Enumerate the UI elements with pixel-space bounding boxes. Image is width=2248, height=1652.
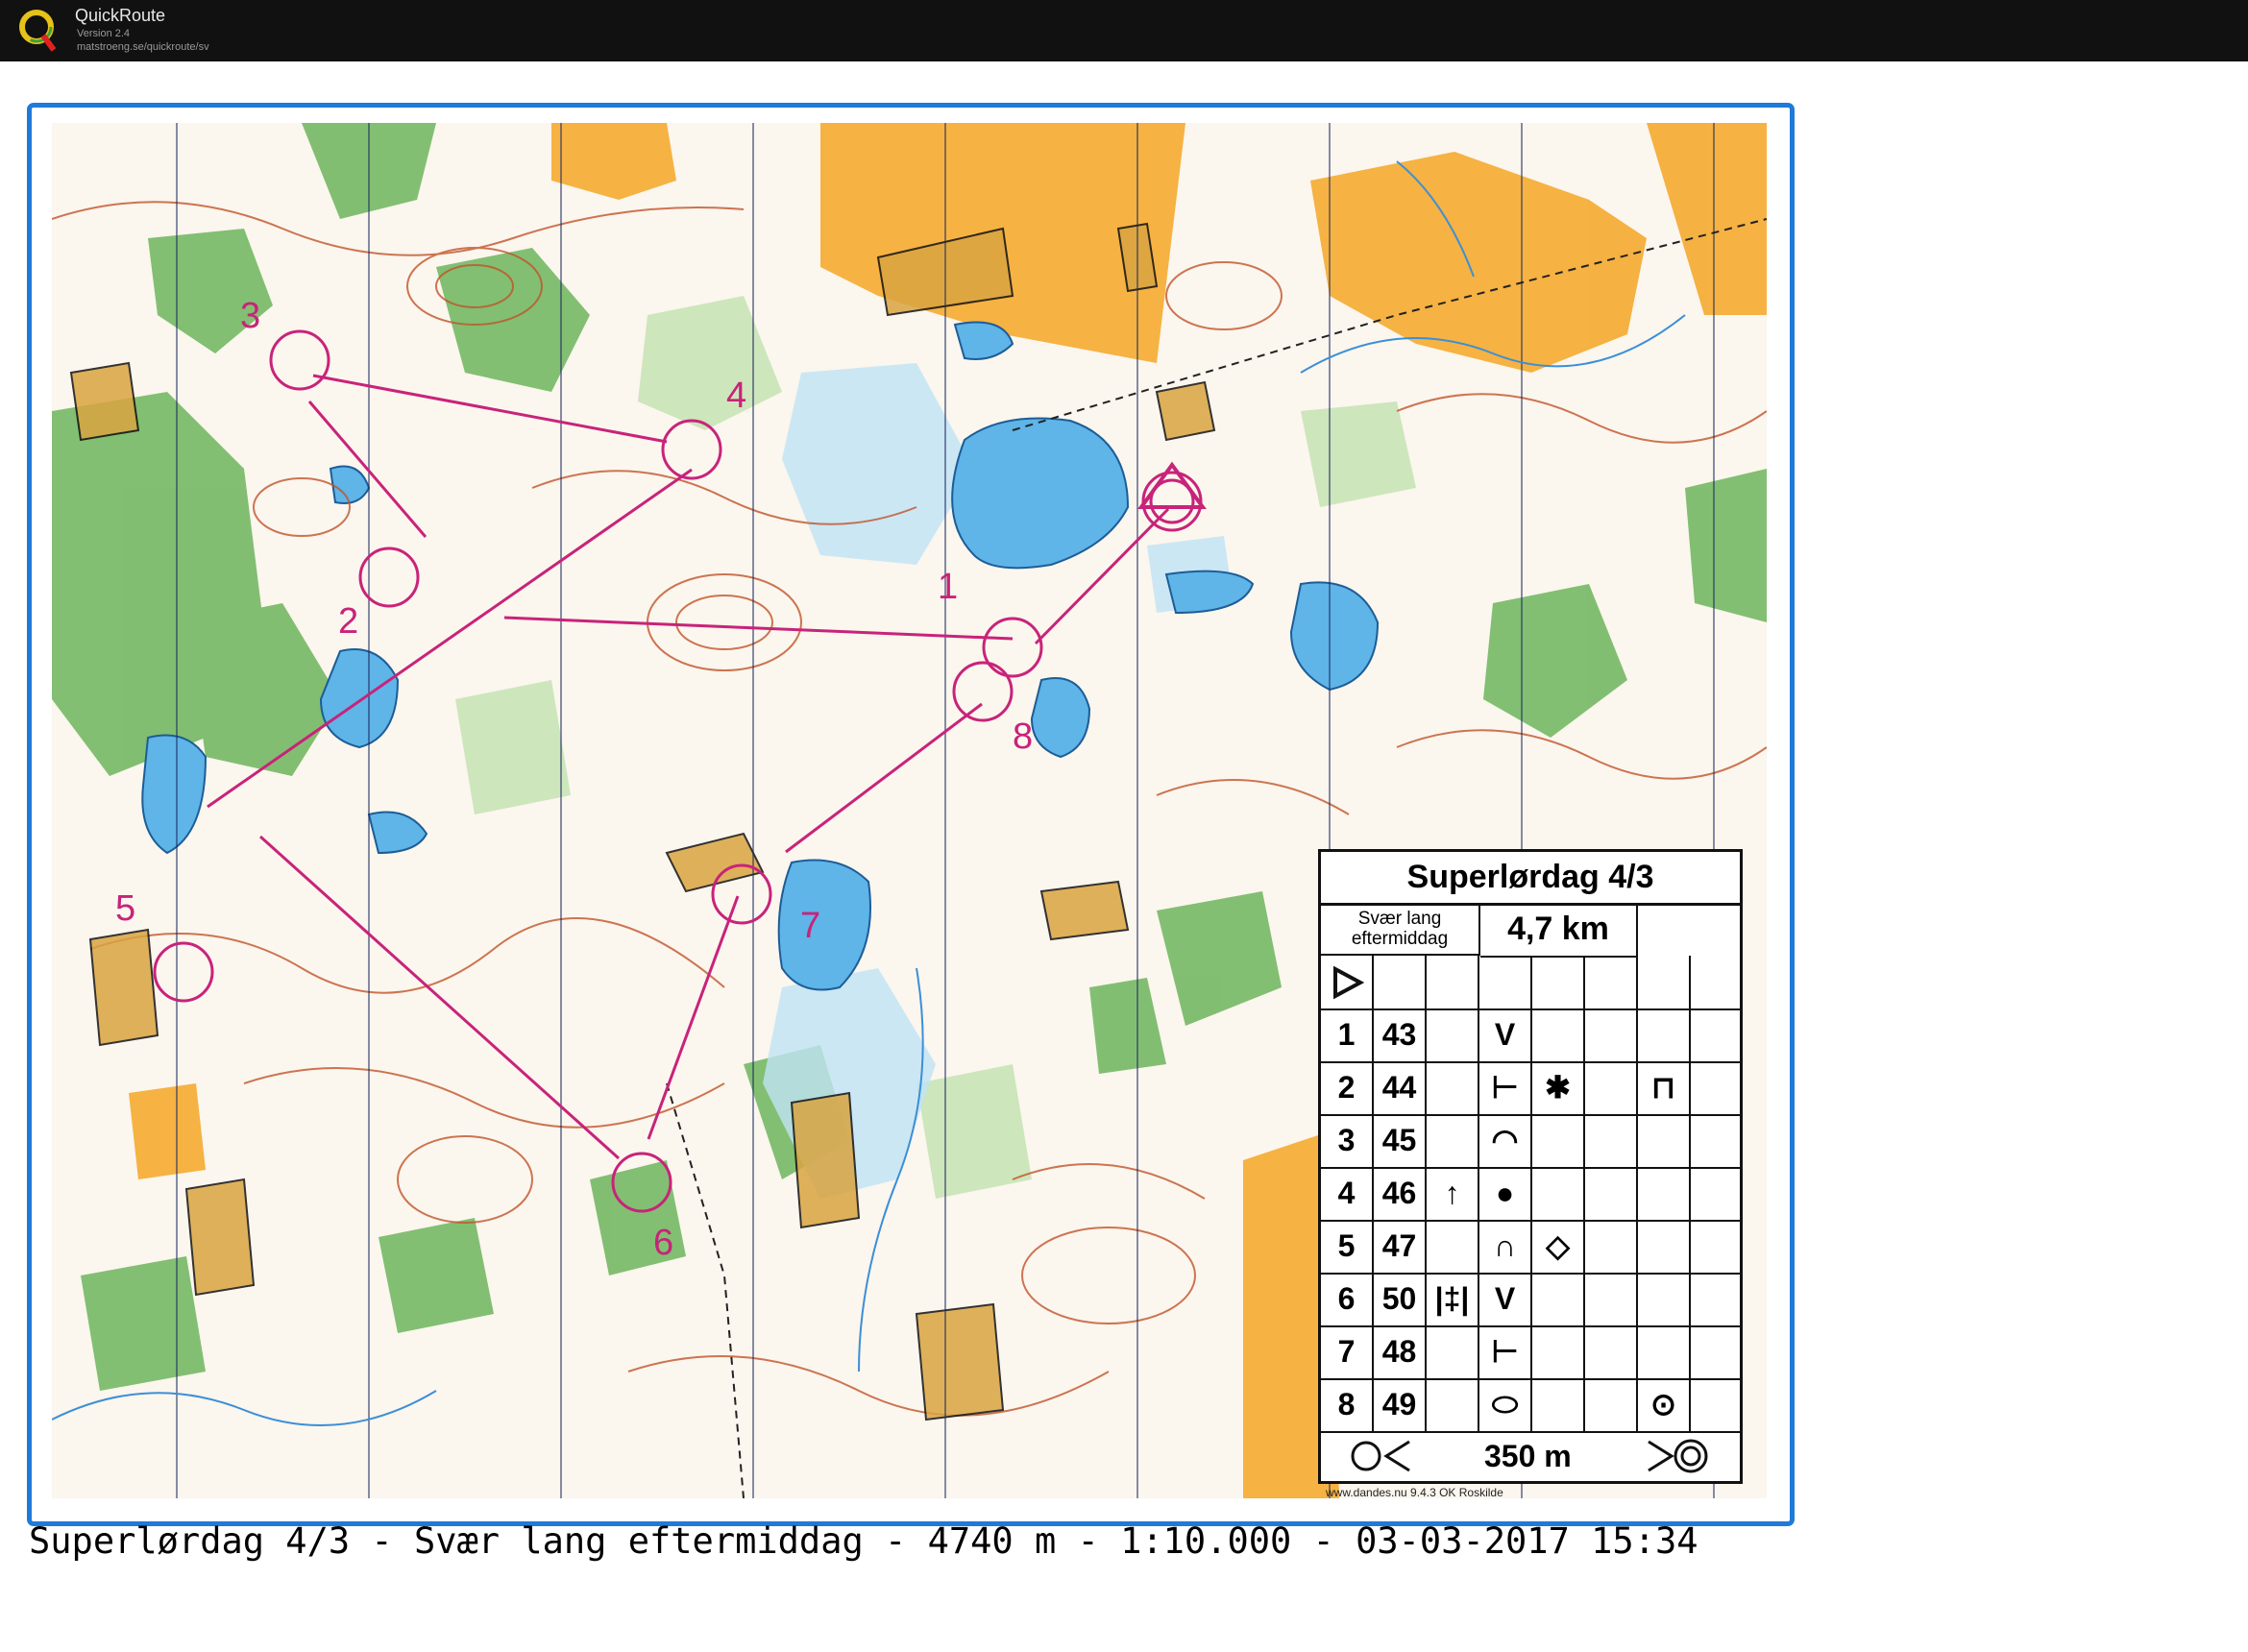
thicket-icon: ✱ bbox=[1532, 1061, 1585, 1114]
control-row: 2 44 ⊢ ✱ ⊓ bbox=[1321, 1061, 1740, 1116]
start-triangle-icon bbox=[1321, 956, 1374, 1008]
control-label-2: 2 bbox=[338, 601, 359, 642]
control-row: 3 45 ◠ bbox=[1321, 1114, 1740, 1169]
foot-icon: ⊓ bbox=[1638, 1061, 1691, 1114]
title-bar: QuickRoute Version 2.4 matstroeng.se/qui… bbox=[0, 0, 2248, 61]
control-row: 6 50 |‡| V bbox=[1321, 1273, 1740, 1327]
control-code: 49 bbox=[1374, 1378, 1427, 1431]
start-row bbox=[1321, 956, 1740, 1010]
spur-icon: ⊢ bbox=[1479, 1061, 1532, 1114]
north-arrow-icon: ↑ bbox=[1427, 1167, 1479, 1220]
control-code: 47 bbox=[1374, 1220, 1427, 1273]
re-entrant-icon: V bbox=[1479, 1273, 1532, 1325]
control-number: 7 bbox=[1321, 1325, 1374, 1378]
circle-dot-icon: ⊙ bbox=[1638, 1378, 1691, 1431]
control-row: 8 49 ⬭ ⊙ bbox=[1321, 1378, 1740, 1433]
control-label-8: 8 bbox=[1013, 717, 1034, 757]
control-label-5: 5 bbox=[115, 888, 136, 929]
app-url: matstroeng.se/quickroute/sv bbox=[77, 41, 209, 53]
start-to-funnel-icon bbox=[1350, 1437, 1417, 1490]
knoll-icon: ● bbox=[1479, 1167, 1532, 1220]
control-number: 3 bbox=[1321, 1114, 1374, 1167]
course-class-line-2: eftermiddag bbox=[1351, 929, 1449, 949]
map-credit: www.dandes.nu 9.4.3 OK Roskilde bbox=[1326, 1486, 1503, 1499]
diamond-icon: ◇ bbox=[1532, 1220, 1585, 1273]
depression-icon: ◠ bbox=[1479, 1114, 1532, 1167]
control-number: 5 bbox=[1321, 1220, 1374, 1273]
control-row: 5 47 ∩ ◇ bbox=[1321, 1220, 1740, 1275]
control-label-3: 3 bbox=[240, 296, 261, 336]
control-row: 4 46 ↑ ● bbox=[1321, 1167, 1740, 1222]
oval-icon: ⬭ bbox=[1479, 1378, 1532, 1431]
control-row: 7 48 ⊢ bbox=[1321, 1325, 1740, 1380]
quickroute-q-logo bbox=[19, 10, 57, 52]
control-number: 8 bbox=[1321, 1378, 1374, 1431]
control-number: 2 bbox=[1321, 1061, 1374, 1114]
spur-icon: ⊢ bbox=[1479, 1325, 1532, 1378]
control-label-4: 4 bbox=[726, 376, 747, 416]
hill-icon: ∩ bbox=[1479, 1220, 1532, 1273]
finish-distance: 350 m bbox=[1484, 1439, 1572, 1473]
control-label-1: 1 bbox=[938, 567, 959, 607]
control-number: 4 bbox=[1321, 1167, 1374, 1220]
app-version: Version 2.4 bbox=[77, 28, 131, 39]
course-class: Svær lang eftermiddag bbox=[1321, 903, 1480, 956]
control-label-7: 7 bbox=[800, 906, 821, 946]
map-caption: Superlørdag 4/3 - Svær lang eftermiddag … bbox=[29, 1520, 1698, 1562]
course-class-line-1: Svær lang bbox=[1357, 909, 1442, 929]
between-icon: |‡| bbox=[1427, 1273, 1479, 1325]
finish-row: 350 m bbox=[1321, 1432, 1740, 1481]
control-row: 1 43 V bbox=[1321, 1008, 1740, 1063]
control-code: 50 bbox=[1374, 1273, 1427, 1325]
control-number: 1 bbox=[1321, 1008, 1374, 1061]
course-length: 4,7 km bbox=[1480, 903, 1638, 958]
control-description-sheet: Superlørdag 4/3 Svær lang eftermiddag 4,… bbox=[1318, 849, 1743, 1484]
finish-icon bbox=[1643, 1437, 1710, 1490]
app-title: QuickRoute bbox=[75, 6, 166, 25]
control-code: 48 bbox=[1374, 1325, 1427, 1378]
control-code: 44 bbox=[1374, 1061, 1427, 1114]
control-code: 45 bbox=[1374, 1114, 1427, 1167]
course-title: Superlørdag 4/3 bbox=[1321, 852, 1740, 906]
control-label-6: 6 bbox=[653, 1223, 674, 1263]
control-number: 6 bbox=[1321, 1273, 1374, 1325]
control-code: 43 bbox=[1374, 1008, 1427, 1061]
control-code: 46 bbox=[1374, 1167, 1427, 1220]
re-entrant-icon: V bbox=[1479, 1008, 1532, 1061]
